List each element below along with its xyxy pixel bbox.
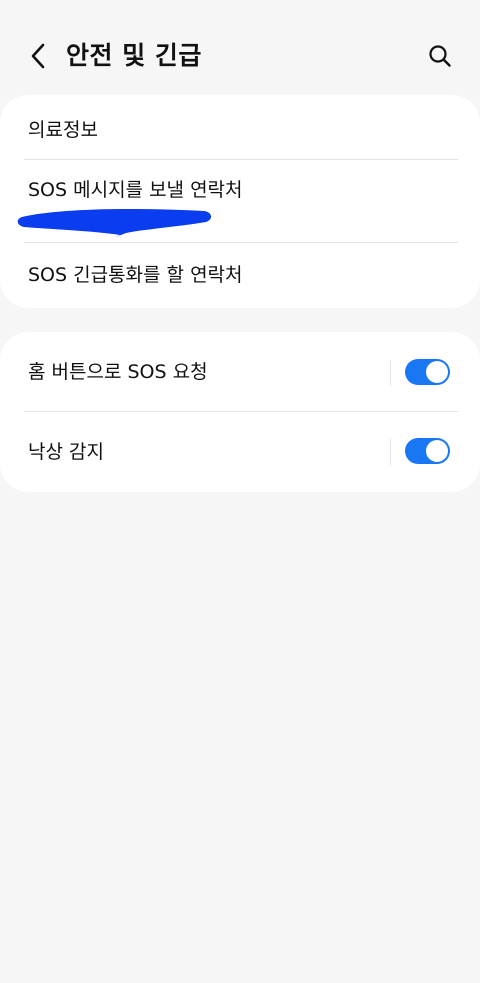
toggle-knob	[426, 440, 448, 462]
medical-info-label: 의료정보	[28, 119, 98, 141]
back-button[interactable]	[20, 38, 56, 74]
home-button-sos-item[interactable]: 홈 버튼으로 SOS 요청	[0, 332, 480, 411]
emergency-contacts-card: 의료정보 SOS 메시지를 보낼 연락처 SOS 긴급통화를 할 연락처	[0, 95, 480, 308]
sos-call-contacts-item[interactable]: SOS 긴급통화를 할 연락처	[0, 243, 480, 308]
fall-detection-label: 낙상 감지	[28, 441, 104, 463]
sos-message-contacts-label: SOS 메시지를 보낼 연락처	[28, 179, 243, 201]
search-icon	[429, 45, 451, 67]
search-button[interactable]	[422, 38, 458, 74]
redaction-scribble	[17, 209, 212, 237]
app-bar: 안전 및 긴급	[0, 0, 480, 95]
sos-settings-card: 홈 버튼으로 SOS 요청 낙상 감지	[0, 332, 480, 492]
medical-info-item[interactable]: 의료정보	[0, 95, 480, 159]
home-button-sos-label: 홈 버튼으로 SOS 요청	[28, 361, 208, 383]
home-button-sos-toggle[interactable]	[405, 359, 450, 385]
toggle-knob	[426, 361, 448, 383]
fall-detection-item[interactable]: 낙상 감지	[0, 412, 480, 492]
page-title: 안전 및 긴급	[66, 41, 202, 70]
sos-call-contacts-label: SOS 긴급통화를 할 연락처	[28, 264, 243, 286]
switch-divider	[390, 439, 391, 465]
chevron-left-icon	[31, 43, 45, 69]
switch-divider	[390, 360, 391, 386]
fall-detection-toggle[interactable]	[405, 438, 450, 464]
